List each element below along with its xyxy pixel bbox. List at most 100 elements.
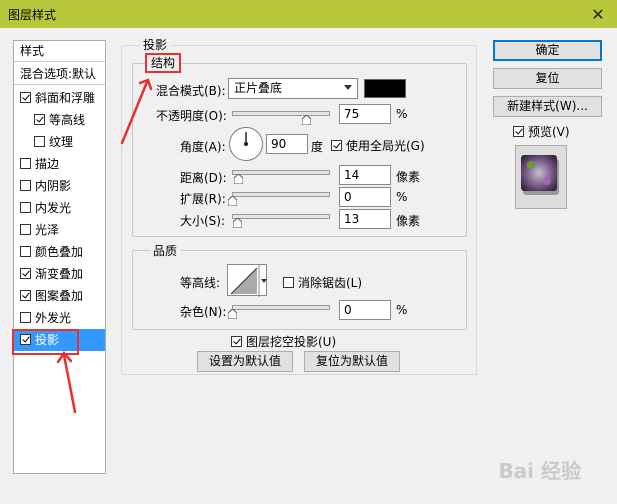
style-list: 样式 混合选项:默认 斜面和浮雕等高线纹理描边内阴影内发光光泽颜色叠加渐变叠加图…	[13, 40, 106, 474]
preview-check-icon	[513, 126, 524, 137]
global-light-check-icon	[331, 140, 342, 151]
global-light-label: 使用全局光(G)	[346, 139, 425, 153]
contour-picker[interactable]	[227, 264, 267, 297]
noise-slider[interactable]	[232, 305, 330, 310]
panel-title: 投影	[140, 36, 171, 53]
checkbox-icon[interactable]	[20, 268, 31, 279]
checkbox-icon[interactable]	[20, 202, 31, 213]
title-bar	[0, 0, 617, 28]
blend-mode-value: 正片叠底	[234, 81, 283, 95]
checkbox-icon[interactable]	[20, 224, 31, 235]
preview-label: 预览(V)	[528, 125, 570, 139]
make-default-button[interactable]: 设置为默认值	[197, 351, 293, 372]
size-slider-thumb[interactable]	[232, 218, 242, 228]
style-item-label: 投影	[35, 333, 60, 347]
angle-label: 角度(A):	[180, 140, 226, 154]
angle-input[interactable]: 90	[266, 134, 308, 154]
knockout-checkbox[interactable]: 图层挖空投影(U)	[231, 333, 336, 350]
chevron-down-icon	[344, 85, 352, 90]
opacity-slider[interactable]	[232, 111, 330, 116]
distance-slider-thumb[interactable]	[233, 174, 243, 184]
shadow-color-swatch[interactable]	[364, 79, 406, 98]
size-input[interactable]: 13	[339, 209, 391, 229]
new-style-button[interactable]: 新建样式(W)...	[493, 96, 602, 117]
noise-label: 杂色(N):	[180, 305, 227, 319]
antialias-check-icon	[283, 277, 294, 288]
style-item-label: 光泽	[35, 223, 60, 237]
opacity-unit: %	[396, 107, 408, 121]
knockout-check-icon	[231, 336, 242, 347]
checkbox-icon[interactable]	[20, 334, 31, 345]
size-unit: 像素	[396, 214, 421, 228]
checkbox-icon[interactable]	[34, 136, 45, 147]
style-item[interactable]: 颜色叠加	[14, 241, 105, 263]
style-list-header: 样式	[14, 41, 105, 62]
angle-unit: 度	[311, 140, 324, 154]
style-item[interactable]: 斜面和浮雕	[14, 87, 105, 109]
distance-slider[interactable]	[232, 170, 330, 175]
checkbox-icon[interactable]	[20, 92, 31, 103]
preview-swatch-icon	[521, 155, 559, 195]
angle-needle-icon	[244, 132, 248, 146]
window-title: 图层样式	[8, 8, 57, 22]
style-item[interactable]: 等高线	[14, 109, 105, 131]
style-item[interactable]: 渐变叠加	[14, 263, 105, 285]
style-item[interactable]: 内阴影	[14, 175, 105, 197]
style-item-label: 图案叠加	[35, 289, 84, 303]
style-item[interactable]: 内发光	[14, 197, 105, 219]
opacity-input[interactable]: 75	[339, 104, 391, 124]
style-item-label: 纹理	[49, 135, 74, 149]
distance-label: 距离(D):	[180, 171, 227, 185]
style-item-label: 外发光	[35, 311, 72, 325]
style-item[interactable]: 纹理	[14, 131, 105, 153]
checkbox-icon[interactable]	[20, 158, 31, 169]
reset-default-button[interactable]: 复位为默认值	[304, 351, 400, 372]
style-item[interactable]: 外发光	[14, 307, 105, 329]
noise-slider-thumb[interactable]	[228, 309, 237, 319]
knockout-label: 图层挖空投影(U)	[246, 335, 337, 349]
style-item-label: 渐变叠加	[35, 267, 84, 281]
antialias-label: 消除锯齿(L)	[298, 276, 363, 290]
spread-slider-thumb[interactable]	[228, 196, 237, 206]
style-item-label: 内发光	[35, 201, 72, 215]
noise-input[interactable]: 0	[339, 300, 391, 320]
checkbox-icon[interactable]	[20, 246, 31, 257]
opacity-label: 不透明度(O):	[156, 109, 227, 123]
checkbox-icon[interactable]	[34, 114, 45, 125]
spread-slider[interactable]	[232, 192, 330, 197]
checkbox-icon[interactable]	[20, 180, 31, 191]
quality-title: 品质	[150, 242, 181, 259]
style-item-label: 斜面和浮雕	[35, 91, 96, 105]
reset-button[interactable]: 复位	[493, 68, 602, 89]
close-icon: ✕	[591, 4, 605, 24]
style-item[interactable]: 图案叠加	[14, 285, 105, 307]
style-item-label: 描边	[35, 157, 60, 171]
size-slider[interactable]	[232, 214, 330, 219]
blend-options-item[interactable]: 混合选项:默认	[14, 63, 105, 85]
contour-curve-icon	[230, 265, 267, 297]
ok-button[interactable]: 确定	[493, 40, 602, 61]
antialias-checkbox[interactable]: 消除锯齿(L)	[283, 274, 362, 291]
spread-input[interactable]: 0	[339, 187, 391, 207]
blend-mode-label: 混合模式(B):	[156, 84, 226, 98]
blend-mode-select[interactable]: 正片叠底	[228, 78, 358, 99]
checkbox-icon[interactable]	[20, 312, 31, 323]
spread-label: 扩展(R):	[180, 192, 226, 206]
structure-title: 结构	[145, 53, 182, 73]
noise-unit: %	[396, 303, 408, 317]
opacity-slider-thumb[interactable]	[301, 115, 311, 125]
size-label: 大小(S):	[180, 214, 226, 228]
global-light-checkbox[interactable]: 使用全局光(G)	[331, 137, 425, 154]
watermark: Bai 经验	[498, 459, 581, 483]
style-item[interactable]: 投影	[14, 329, 105, 351]
contour-label: 等高线:	[180, 276, 221, 290]
style-item[interactable]: 描边	[14, 153, 105, 175]
distance-input[interactable]: 14	[339, 165, 391, 185]
preview-checkbox[interactable]: 预览(V)	[513, 123, 570, 140]
angle-dial[interactable]	[229, 127, 263, 161]
style-item[interactable]: 光泽	[14, 219, 105, 241]
distance-unit: 像素	[396, 170, 421, 184]
style-item-label: 等高线	[49, 113, 86, 127]
checkbox-icon[interactable]	[20, 290, 31, 301]
close-button[interactable]: ✕	[584, 2, 612, 26]
